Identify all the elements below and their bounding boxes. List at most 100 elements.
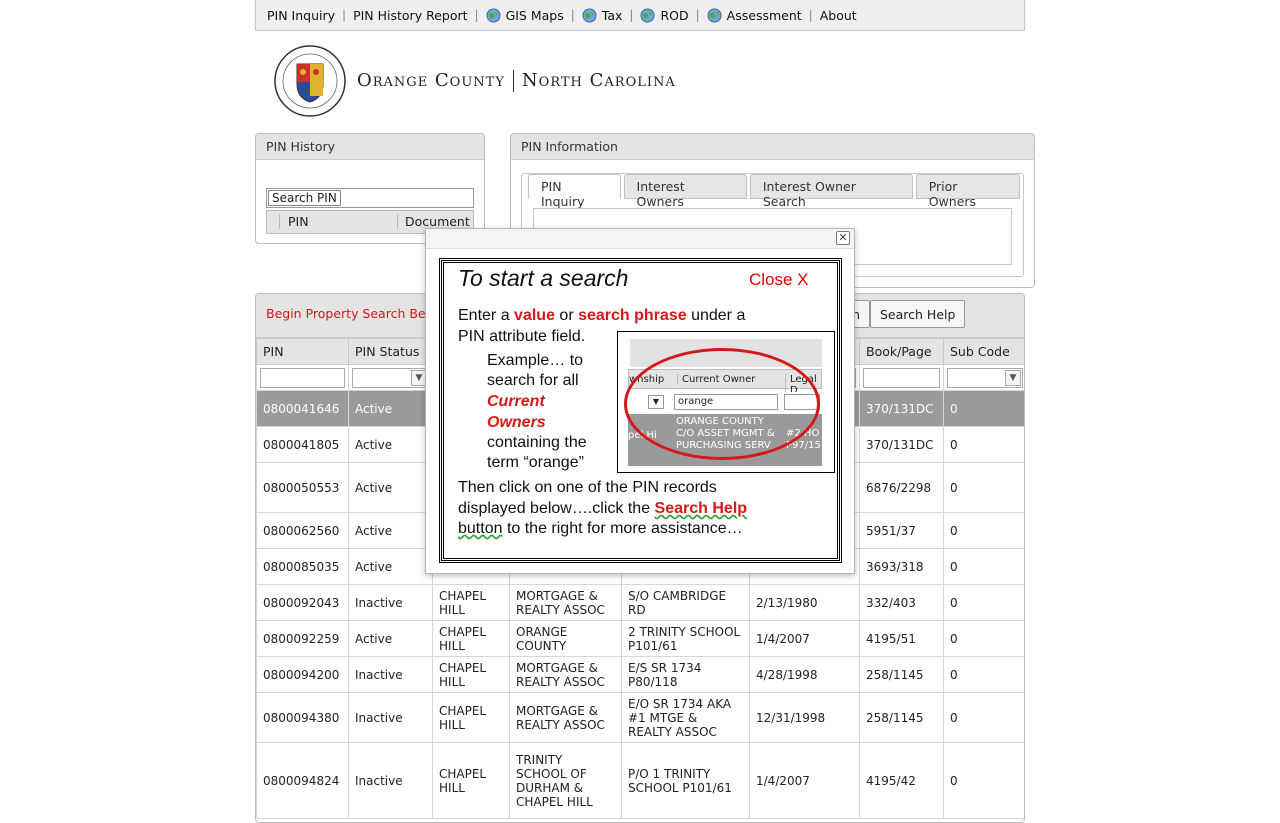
cell-sub-code: 0 (943, 656, 1024, 693)
search-help-image: To start a search Close X Enter a value … (439, 258, 842, 563)
cell-sub-code: 0 (943, 584, 1024, 621)
cell-pin-status: Active (348, 426, 433, 463)
cell-current-owner: MORTGAGE & REALTY ASSOC (509, 584, 622, 621)
book-page-filter-input[interactable] (863, 367, 940, 388)
nav-gis-maps[interactable]: GIS Maps (479, 8, 571, 23)
cell-sub-code: 0 (943, 620, 1024, 657)
cell-township: CHAPEL HILL (432, 620, 510, 657)
cell-current-owner: MORTGAGE & REALTY ASSOC (509, 692, 622, 743)
table-row[interactable]: 0800094200 Inactive CHAPEL HILL MORTGAGE & … (256, 656, 1024, 693)
cell-deed-date: 2/13/1980 (749, 584, 860, 621)
cell-legal-description: E/S SR 1734 P80/118 (621, 656, 750, 693)
column-header-pin[interactable]: PIN (279, 214, 389, 229)
cell-book-page: 4195/51 (859, 620, 944, 657)
close-icon[interactable]: ✕ (836, 231, 850, 245)
cell-pin-status: Active (348, 390, 433, 427)
help-text: button (458, 520, 503, 537)
cell-book-page: 6876/2298 (859, 462, 944, 513)
pin-filter-input[interactable] (260, 367, 345, 388)
help-example-line: search for all (487, 372, 579, 389)
filter-cell (859, 364, 944, 391)
cell-deed-date: 12/31/1998 (749, 692, 860, 743)
example-screenshot: wnship Current Owner Legal D ▼ orange pe… (617, 331, 835, 473)
cell-pin: 0800092259 (256, 620, 349, 657)
county-name: Orange County North Carolina (357, 70, 697, 92)
table-row[interactable]: 0800094824 Inactive CHAPEL HILL TRINITY SCH… (256, 742, 1024, 819)
table-row[interactable]: 0800092259 Active CHAPEL HILL ORANGE COUNTY… (256, 620, 1024, 657)
nav-label: ROD (660, 7, 689, 23)
tab-pin-inquiry[interactable]: PIN Inquiry (528, 174, 621, 209)
nav-pin-history-report[interactable]: PIN History Report (346, 8, 474, 23)
column-header-pin-status[interactable]: PIN Status (348, 338, 433, 365)
tab-prior-owners[interactable]: Prior Owners (915, 174, 1020, 209)
nav-tax[interactable]: Tax (575, 8, 630, 23)
table-row[interactable]: 0800094380 Inactive CHAPEL HILL MORTGAGE & … (256, 692, 1024, 743)
help-then-line1: Then click on one of the PIN records (458, 479, 717, 496)
filter-cell (256, 364, 349, 391)
logo-county: Orange County (357, 70, 505, 91)
cell-book-page: 5951/37 (859, 512, 944, 549)
column-header-sub-code[interactable]: Sub Code (943, 338, 1024, 365)
nav-rod[interactable]: ROD (633, 8, 695, 23)
column-header-book-page[interactable]: Book/Page (859, 338, 944, 365)
help-then-line3: button to the right for more assistance… (458, 520, 743, 538)
cell-pin: 0800094824 (256, 742, 349, 819)
cell-sub-code: 0 (943, 742, 1024, 819)
cell-sub-code: 0 (943, 548, 1024, 585)
help-example-highlight: Current (487, 393, 545, 410)
cell-pin: 0800050553 (256, 462, 349, 513)
tab-strip: PIN Inquiry Interest Owners Interest Own… (528, 174, 1023, 209)
sub-code-filter-select[interactable]: ▼ (947, 367, 1023, 388)
cell-deed-date: 4/28/1998 (749, 656, 860, 693)
nav-label: Tax (601, 7, 623, 23)
tab-interest-owner-search[interactable]: Interest Owner Search (749, 174, 913, 209)
nav-label: GIS Maps (505, 7, 564, 23)
tab-interest-owners[interactable]: Interest Owners (623, 174, 747, 209)
help-highlight: value (514, 307, 555, 324)
help-instruction-line2: PIN attribute field. (458, 328, 586, 345)
cell-deed-date: 1/4/2007 (749, 742, 860, 819)
pin-status-filter-select[interactable]: ▼ (352, 367, 429, 388)
help-highlight: Search Help (654, 500, 748, 517)
cell-current-owner: ORANGE COUNTY (509, 620, 622, 657)
nav-about[interactable]: About (813, 8, 864, 23)
filter-cell: ▼ (348, 364, 433, 391)
cell-legal-description: 2 TRINITY SCHOOL P101/61 (621, 620, 750, 657)
search-pin-button[interactable]: Search PIN (268, 190, 341, 206)
help-text: to the right for more assistance… (506, 520, 743, 537)
cell-pin: 0800041646 (256, 390, 349, 427)
search-help-dialog: ✕ To start a search Close X Enter a valu… (425, 228, 855, 574)
nav-assessment[interactable]: Assessment (700, 8, 809, 23)
nav-label: Assessment (726, 7, 802, 23)
help-example-line: Example… to (487, 352, 584, 369)
column-header-pin[interactable]: PIN (256, 338, 349, 365)
panel-title: PIN History (256, 134, 484, 160)
cell-sub-code: 0 (943, 692, 1024, 743)
cell-sub-code: 0 (943, 390, 1024, 427)
cell-legal-description: S/O CAMBRIDGE RD (621, 584, 750, 621)
cell-legal-description: P/O 1 TRINITY SCHOOL P101/61 (621, 742, 750, 819)
highlight-circle (624, 348, 820, 460)
cell-deed-date: 1/4/2007 (749, 620, 860, 657)
cell-sub-code: 0 (943, 512, 1024, 549)
dialog-titlebar: ✕ (426, 229, 854, 249)
help-close-link[interactable]: Close X (749, 270, 809, 290)
help-example-line: containing the (487, 434, 587, 451)
cell-township: CHAPEL HILL (432, 656, 510, 693)
column-header-document[interactable]: Document (397, 214, 470, 229)
nav-pin-inquiry[interactable]: PIN Inquiry (260, 8, 342, 23)
help-title: To start a search (458, 265, 629, 291)
table-row[interactable]: 0800092043 Inactive CHAPEL HILL MORTGAGE & … (256, 584, 1024, 621)
chevron-down-icon[interactable]: ▼ (1005, 369, 1021, 386)
cell-pin-status: Inactive (348, 656, 433, 693)
cell-pin-status: Active (348, 512, 433, 549)
filter-cell: ▼ (943, 364, 1024, 391)
cell-pin: 0800062560 (256, 512, 349, 549)
cell-pin: 0800094380 (256, 692, 349, 743)
cell-book-page: 258/1145 (859, 692, 944, 743)
help-example-line: term “orange” (487, 454, 584, 471)
panel-title: PIN Information (511, 134, 1034, 160)
help-highlight: search phrase (578, 307, 687, 324)
search-help-button[interactable]: Search Help (870, 300, 966, 328)
help-then-line2: displayed below….click the Search Help (458, 500, 747, 518)
